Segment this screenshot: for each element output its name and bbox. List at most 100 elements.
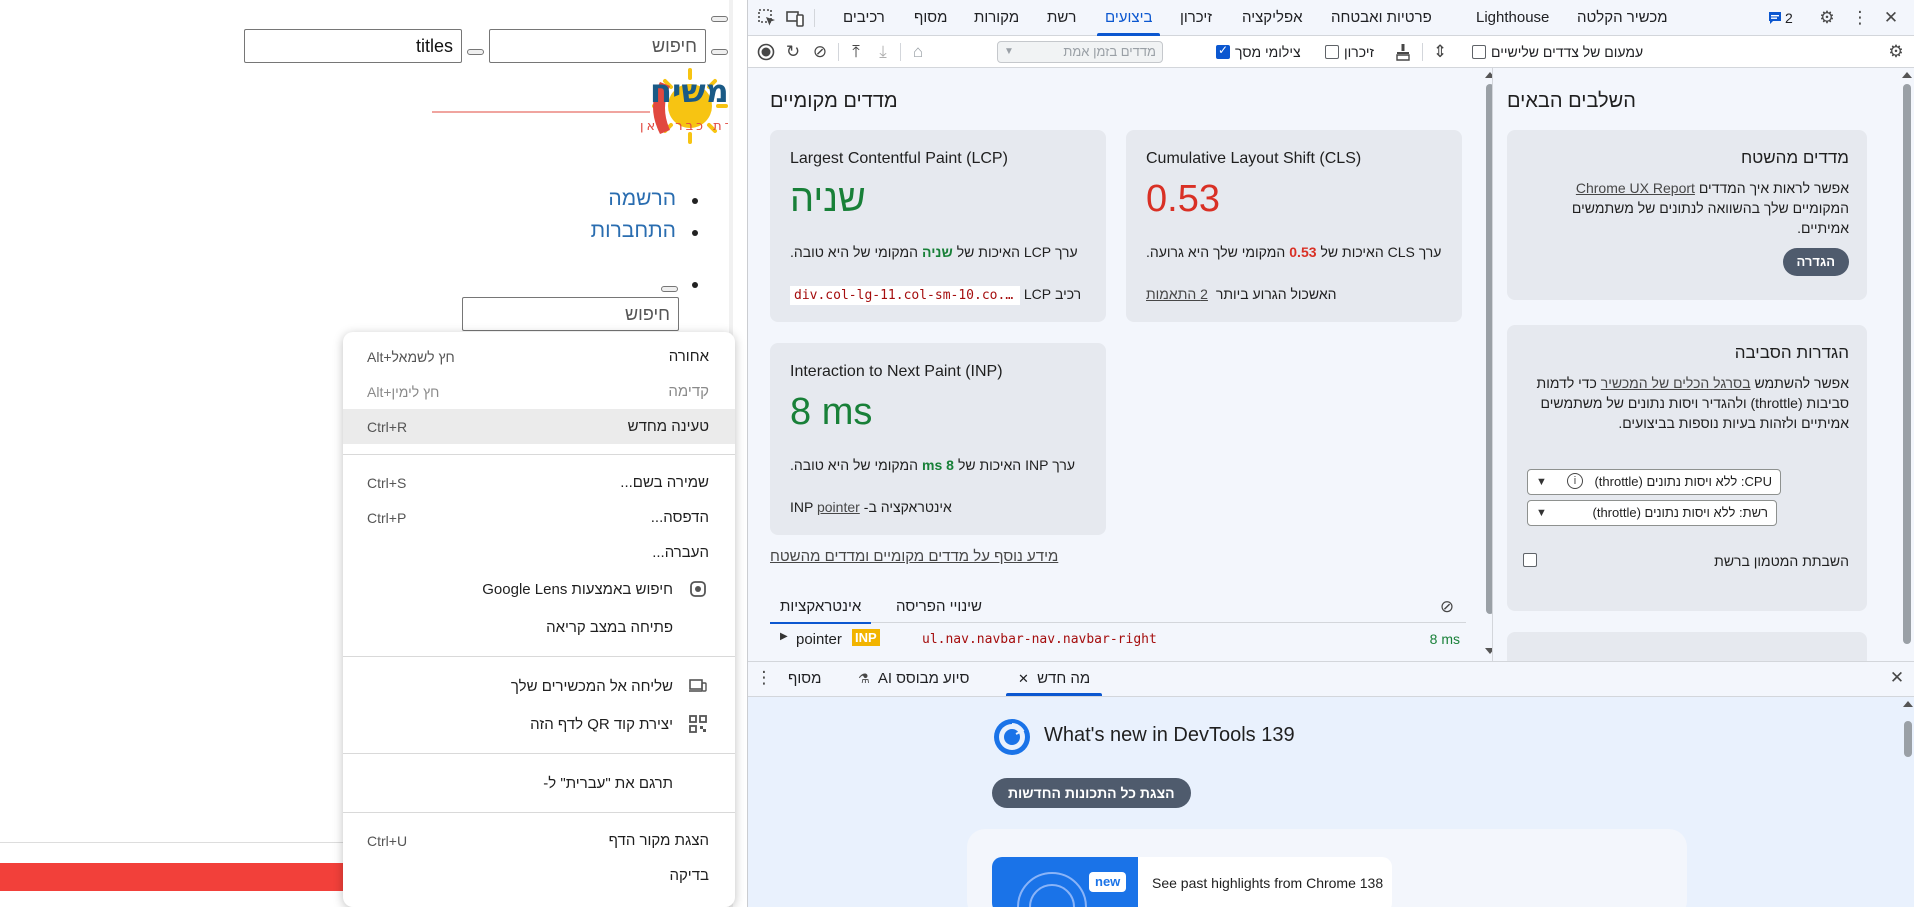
search2-mini-button[interactable] [661,286,678,292]
upload-icon[interactable]: ⤒ [845,41,867,63]
device-toolbar-link[interactable]: בסרגל הכלים של המכשיר [1601,375,1751,391]
lcp-value: שניה [790,178,866,220]
cls-cluster-link[interactable]: 2 התאמות [1146,286,1208,302]
tab-network[interactable]: רשת [1047,0,1076,36]
tab-lighthouse[interactable]: Lighthouse [1476,0,1549,36]
home-icon[interactable]: ⌂ [907,41,929,63]
menu-item-view-source[interactable]: הצגת מקור הדף Ctrl+U [343,823,735,858]
clear-icon[interactable]: ⊘ [809,41,831,63]
search-input[interactable] [489,29,706,63]
search-submit-button[interactable] [711,49,728,55]
show-all-features-button[interactable]: הצגת כל התכונות החדשות [992,778,1191,808]
dim-third-parties-checkbox[interactable] [1472,45,1486,59]
menu-item-save-as[interactable]: שמירה בשם... Ctrl+S [343,465,735,500]
tab-privacy-security[interactable]: פרטיות ואבטחה [1331,0,1432,36]
disable-cache-checkbox[interactable] [1523,553,1537,567]
drawer-scrollbar[interactable] [1901,697,1914,907]
menu-label: פתיחה במצב קריאה [546,618,673,636]
broom-icon[interactable] [1392,41,1414,63]
reload-record-icon[interactable]: ↻ [782,41,804,63]
next-steps-panel: השלבים הבאים מדדים מהשטח אפשר לראות איך … [1492,68,1914,672]
menu-item-forward[interactable]: קדימה Alt+חץ לימין [343,374,735,409]
interaction-row[interactable]: ▶ pointer INP ul.nav.navbar-nav.navbar-r… [770,628,1466,654]
tab-application[interactable]: אפליקציה [1242,0,1303,36]
menu-item-translate[interactable]: תרגם את "עברית" ל- [343,764,735,802]
inp-interaction-link[interactable]: pointer [817,499,860,515]
crux-link[interactable]: Chrome UX Report [1576,180,1695,196]
top-mini-button[interactable] [711,16,728,22]
scroll-up-arrow[interactable] [1903,701,1913,707]
devtools: רכיבים מסוף מקורות רשת ביצועים זיכרון אפ… [747,0,1914,907]
collapse-icon[interactable]: ⇕ [1429,41,1451,63]
issues-icon[interactable]: 2 [1768,7,1804,29]
menu-item-send-to-devices[interactable]: שליחה אל המכשירים שלך [343,667,735,705]
record-icon[interactable] [755,41,777,63]
memory-label: זיכרון [1344,44,1374,60]
nav-link-register[interactable]: הרשמה [608,187,676,211]
more-options-icon[interactable]: ⋮ [1849,7,1871,29]
download-icon[interactable]: ⤓ [872,41,894,63]
device-toolbar-icon[interactable] [784,7,806,29]
screenshots-label: צילומי מסך [1235,44,1301,60]
menu-item-reading-mode[interactable]: פתיחה במצב קריאה [343,608,735,646]
network-throttle-select[interactable]: ▼ רשת: ללא ויסות נתונים (throttle) [1527,500,1777,526]
close-drawer-icon[interactable]: ✕ [1886,667,1908,689]
toolbar-separator [1422,43,1423,61]
tab-sources[interactable]: מקורות [974,0,1019,36]
field-data-card: מדדים מהשטח אפשר לראות איך המדדים Chrome… [1507,130,1867,300]
scroll-thumb[interactable] [1903,84,1911,644]
menu-item-reload[interactable]: טעינה מחדש Ctrl+R [343,409,735,444]
tab-elements[interactable]: רכיבים [843,0,885,36]
clear-interactions-icon[interactable]: ⊘ [1436,596,1458,618]
highlight-card[interactable]: new See past highlights from Chrome 138 [992,857,1392,907]
more-info-link[interactable]: מידע נוסף על מדדים מקומיים ומדדים מהשטח [770,548,1058,565]
lcp-element-code[interactable]: div.col-lg-11.col-sm-10.co... [790,286,1020,305]
capture-settings-gear-icon[interactable]: ⚙ [1885,41,1907,63]
cls-desc-val: 0.53 [1289,244,1317,260]
cpu-throttle-select[interactable]: ▼ CPU: ללא ויסות נתונים (throttle) [1527,469,1781,495]
disable-cache-row[interactable]: השבתת המטמון ברשת [1523,551,1849,571]
search-input-secondary[interactable] [462,297,679,331]
menu-item-back[interactable]: אחורה Alt+חץ לשמאל [343,339,735,374]
menu-item-qr-code[interactable]: יצירת קוד QR לדף הזה [343,705,735,743]
info-icon[interactable]: i [1567,473,1583,489]
menu-item-google-lens[interactable]: חיפוש באמצעות Google Lens [343,570,735,608]
menu-item-print[interactable]: הדפסה... Ctrl+P [343,500,735,535]
tab-console[interactable]: מסוף [914,0,947,36]
titles-submit-button[interactable] [467,49,484,55]
site-logo[interactable]: ימות המשיח עתיד התקשורת כבר כאן [428,62,728,156]
menu-label: הצגת מקור הדף [608,832,709,849]
settings-gear-icon[interactable]: ⚙ [1816,7,1838,29]
side-scrollbar[interactable] [1900,68,1914,661]
scroll-up-arrow[interactable] [1902,72,1912,78]
nav-link-login[interactable]: התחברות [591,219,676,243]
tab-layout-shifts[interactable]: שינויי הפריסה [896,593,982,623]
menu-item-cast[interactable]: העברה... [343,535,735,570]
setup-button[interactable]: הגדרה [1782,248,1849,276]
inspect-element-icon[interactable] [756,7,778,29]
drawer-more-icon[interactable]: ⋮ [753,667,775,689]
close-tab-icon[interactable]: ✕ [1018,671,1029,686]
chrome-devtools-icon [994,719,1030,755]
scroll-thumb[interactable] [1904,721,1912,757]
lcp-desc-post: המקומי של היא טובה. [790,244,919,260]
cls-card: Cumulative Layout Shift (CLS) 0.53 המקומ… [1126,130,1462,322]
menu-item-inspect[interactable]: בדיקה [343,858,735,893]
close-devtools-icon[interactable]: ✕ [1880,7,1902,29]
menu-separator [343,812,735,813]
memory-checkbox[interactable] [1325,45,1339,59]
drawer-tab-ai-assistance[interactable]: סיוע מבוסס AI ⚗ [858,662,969,696]
expand-arrow-icon[interactable]: ▶ [780,631,788,642]
screenshots-checkbox[interactable] [1216,43,1230,59]
tab-recorder[interactable]: מכשיר הקלטה [1577,0,1668,36]
drawer-tab-console[interactable]: מסוף [788,662,821,696]
tab-performance[interactable]: ביצועים [1096,0,1161,36]
tab-memory[interactable]: זיכרון [1180,0,1212,36]
tab-interactions[interactable]: אינטראקציות [769,593,872,624]
bullet [692,198,698,204]
qr-code-icon [688,714,708,734]
titles-input[interactable] [244,29,462,63]
drawer-tab-whats-new[interactable]: מה חדש ✕ [1005,662,1103,696]
live-metrics-select[interactable]: ▼ מדדים בזמן אמת [997,41,1163,63]
cls-desc-pre: ערך CLS האיכות של [1320,244,1442,260]
